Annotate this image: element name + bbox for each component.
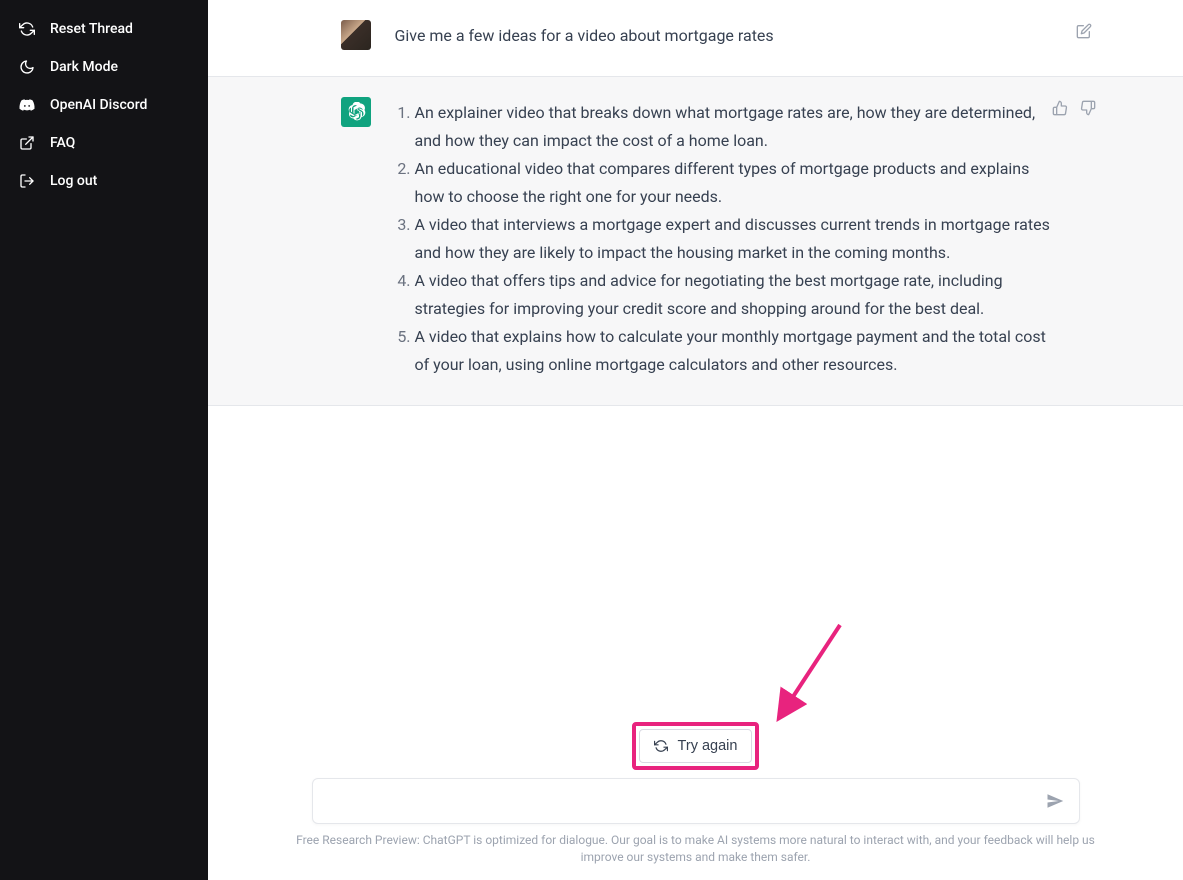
list-item: A video that explains how to calculate y… <box>415 323 1051 379</box>
list-item: An educational video that compares diffe… <box>415 155 1051 211</box>
conversation: Give me a few ideas for a video about mo… <box>208 0 1183 406</box>
send-icon[interactable] <box>1045 791 1065 811</box>
annotation-highlight: Try again <box>632 722 760 770</box>
message-input[interactable] <box>327 793 1045 810</box>
list-item: A video that offers tips and advice for … <box>415 267 1051 323</box>
list-item: A video that interviews a mortgage exper… <box>415 211 1051 267</box>
sidebar-item-faq[interactable]: FAQ <box>8 124 200 162</box>
assistant-message-text: An explainer video that breaks down what… <box>395 97 1051 379</box>
main-area: Give me a few ideas for a video about mo… <box>208 0 1183 880</box>
sidebar-item-label: Reset Thread <box>50 21 133 37</box>
sidebar-item-dark-mode[interactable]: Dark Mode <box>8 48 200 86</box>
sidebar: Reset Thread Dark Mode OpenAI Discord FA… <box>0 0 208 880</box>
sidebar-item-label: Log out <box>50 173 97 189</box>
disclaimer-text: Free Research Preview: ChatGPT is optimi… <box>208 824 1183 866</box>
annotation-arrow <box>765 620 855 730</box>
user-avatar <box>341 20 371 50</box>
refresh-icon <box>18 20 36 38</box>
thumbs-up-icon[interactable] <box>1051 99 1069 117</box>
try-again-button[interactable]: Try again <box>639 729 753 763</box>
sidebar-item-reset-thread[interactable]: Reset Thread <box>8 10 200 48</box>
thumbs-down-icon[interactable] <box>1079 99 1097 117</box>
user-message-text: Give me a few ideas for a video about mo… <box>395 20 1051 50</box>
discord-icon <box>18 96 36 114</box>
list-item: An explainer video that breaks down what… <box>415 99 1051 155</box>
sidebar-item-discord[interactable]: OpenAI Discord <box>8 86 200 124</box>
sidebar-item-logout[interactable]: Log out <box>8 162 200 200</box>
moon-icon <box>18 58 36 76</box>
external-link-icon <box>18 134 36 152</box>
try-again-label: Try again <box>678 738 738 754</box>
message-input-shell[interactable] <box>312 778 1080 824</box>
sidebar-item-label: OpenAI Discord <box>50 97 147 113</box>
assistant-avatar <box>341 97 371 127</box>
sidebar-item-label: Dark Mode <box>50 59 118 75</box>
logout-icon <box>18 172 36 190</box>
user-message-row: Give me a few ideas for a video about mo… <box>208 0 1183 76</box>
composer-area: Try again Free Research Preview: ChatGPT… <box>208 722 1183 880</box>
edit-icon[interactable] <box>1075 22 1093 40</box>
assistant-message-row: An explainer video that breaks down what… <box>208 76 1183 406</box>
sidebar-item-label: FAQ <box>50 135 75 151</box>
